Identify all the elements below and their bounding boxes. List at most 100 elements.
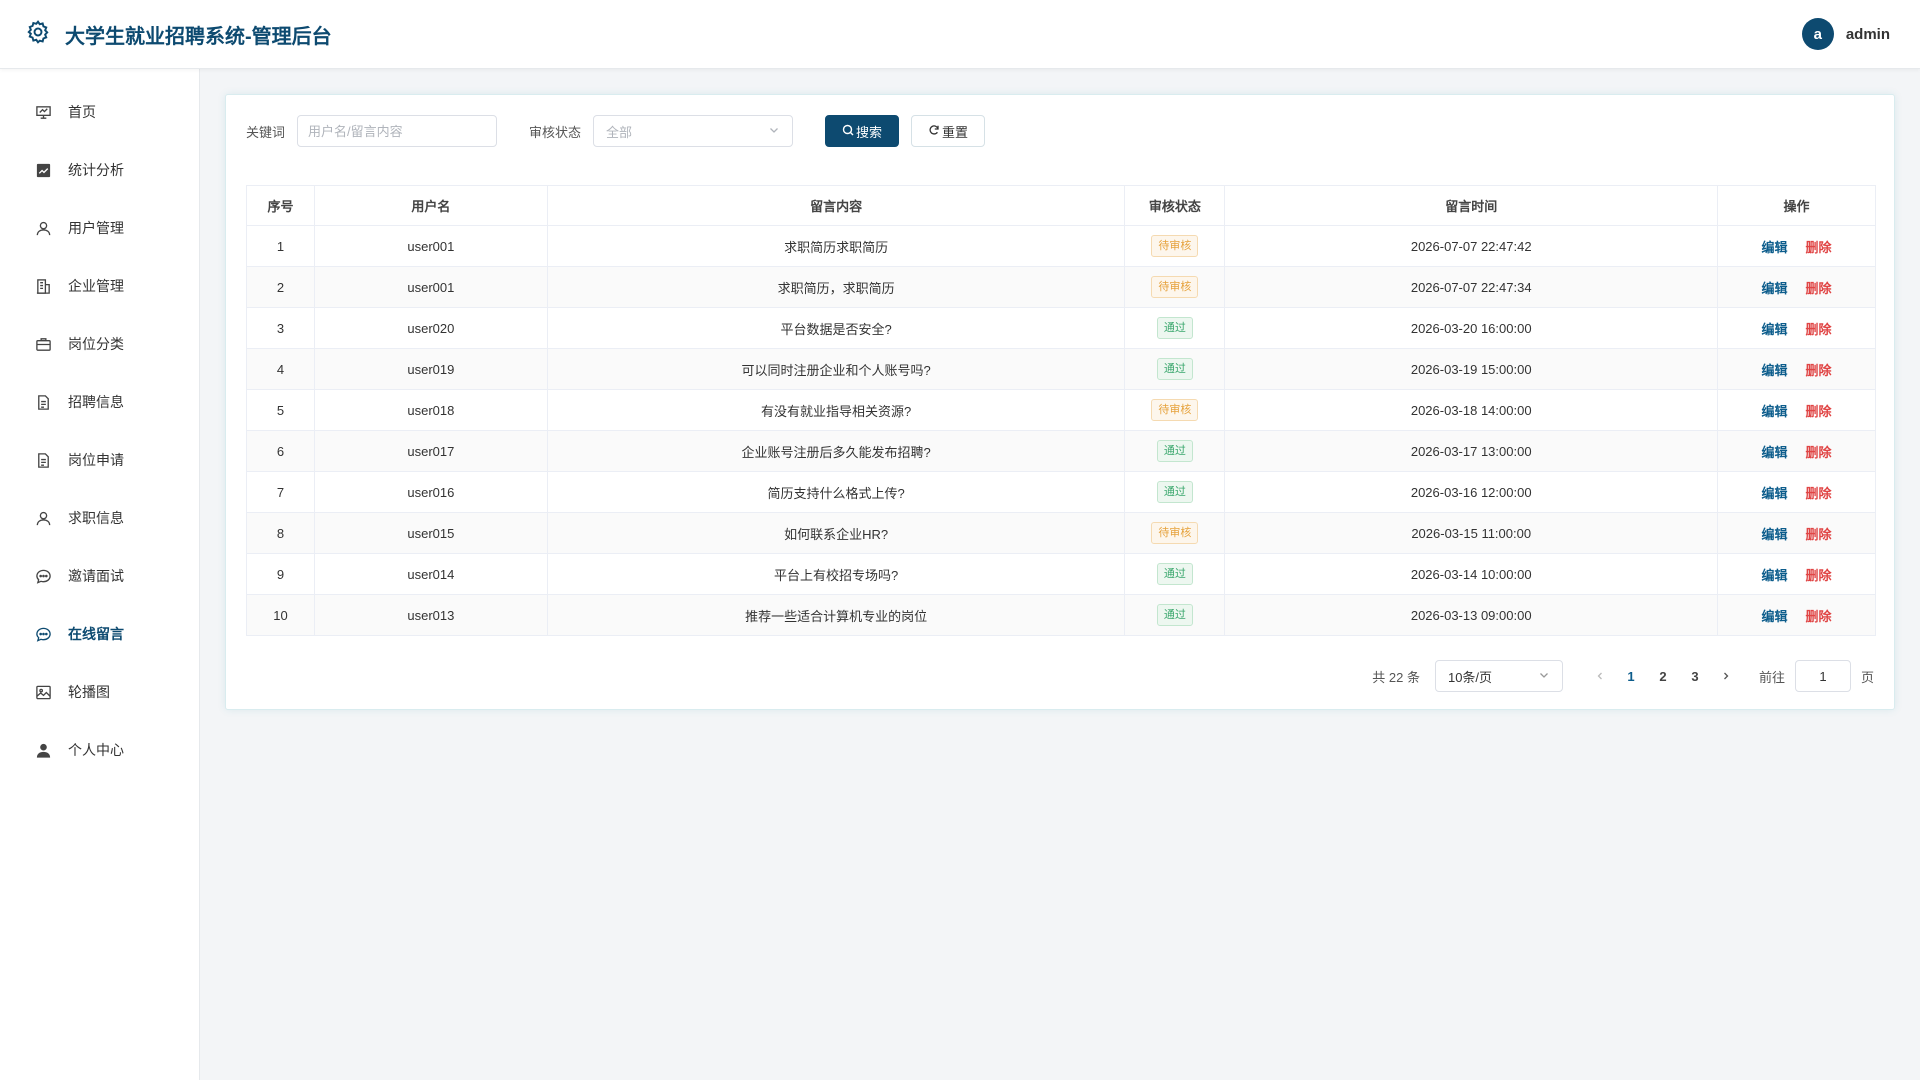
- delete-button[interactable]: 删除: [1806, 442, 1832, 461]
- cell-content: 简历支持什么格式上传?: [546, 471, 1126, 513]
- edit-button[interactable]: 编辑: [1762, 401, 1788, 420]
- edit-button[interactable]: 编辑: [1762, 483, 1788, 502]
- cell-username: user013: [313, 594, 548, 636]
- page-suffix: 页: [1860, 669, 1874, 685]
- cell-content: 平台上有校招专场吗?: [546, 553, 1126, 595]
- column-header-status: 审核状态: [1124, 185, 1226, 226]
- refresh-icon: [928, 124, 940, 139]
- cell-status: 待审核: [1124, 389, 1226, 431]
- sidebar-item-label: 企业管理: [68, 278, 124, 294]
- sidebar-item-interviews[interactable]: 邀请面试: [0, 547, 199, 605]
- delete-button[interactable]: 删除: [1806, 524, 1832, 543]
- sidebar-item-companies[interactable]: 企业管理: [0, 257, 199, 315]
- edit-button[interactable]: 编辑: [1762, 360, 1788, 379]
- table-row: 7 user016 简历支持什么格式上传? 通过 2026-03-16 12:0…: [246, 471, 1876, 513]
- top-header: 大学生就业招聘系统-管理后台 a admin: [0, 0, 1920, 69]
- search-icon: [842, 124, 854, 139]
- user-icon: [34, 509, 52, 527]
- edit-button[interactable]: 编辑: [1762, 606, 1788, 625]
- reset-button[interactable]: 重置: [911, 115, 986, 147]
- total-count: 共 22 条: [1372, 669, 1420, 685]
- reset-button-label: 重置: [942, 124, 969, 140]
- delete-button[interactable]: 删除: [1806, 360, 1832, 379]
- edit-button[interactable]: 编辑: [1762, 278, 1788, 297]
- sidebar-item-home[interactable]: 首页: [0, 83, 199, 141]
- page-button-2[interactable]: 2: [1647, 669, 1679, 684]
- edit-button[interactable]: 编辑: [1762, 565, 1788, 584]
- sidebar-item-label: 用户管理: [68, 220, 124, 236]
- cell-content: 求职简历求职简历: [546, 225, 1126, 267]
- cell-username: user020: [313, 307, 548, 349]
- cell-actions: 编辑 删除: [1717, 430, 1876, 472]
- cell-no: 5: [246, 389, 315, 431]
- delete-button[interactable]: 删除: [1806, 606, 1832, 625]
- user-menu[interactable]: a admin: [1801, 18, 1890, 50]
- cell-status: 待审核: [1124, 225, 1226, 267]
- keyword-input[interactable]: [297, 115, 498, 147]
- cell-actions: 编辑 删除: [1717, 348, 1876, 390]
- delete-button[interactable]: 删除: [1806, 319, 1832, 338]
- cell-actions: 编辑 删除: [1717, 512, 1876, 554]
- status-badge: 待审核: [1151, 522, 1199, 544]
- delete-button[interactable]: 删除: [1806, 483, 1832, 502]
- edit-button[interactable]: 编辑: [1762, 237, 1788, 256]
- sidebar-item-label: 轮播图: [68, 684, 110, 700]
- messages-table: 序号 用户名 留言内容 审核状态 留言时间 操作 1 user001 求职简历求…: [246, 185, 1876, 636]
- keyword-label: 关键词: [246, 124, 286, 140]
- delete-button[interactable]: 删除: [1806, 401, 1832, 420]
- edit-button[interactable]: 编辑: [1762, 442, 1788, 461]
- page-button-3[interactable]: 3: [1679, 669, 1711, 684]
- cell-time: 2026-03-15 11:00:00: [1224, 512, 1719, 554]
- cell-no: 9: [246, 553, 315, 595]
- sidebar-item-users[interactable]: 用户管理: [0, 199, 199, 257]
- cell-username: user016: [313, 471, 548, 513]
- search-button[interactable]: 搜索: [825, 115, 900, 147]
- delete-button[interactable]: 删除: [1806, 237, 1832, 256]
- table-row: 10 user013 推荐一些适合计算机专业的岗位 通过 2026-03-13 …: [246, 594, 1876, 636]
- cell-actions: 编辑 删除: [1717, 389, 1876, 431]
- sidebar-item-applications[interactable]: 岗位申请: [0, 431, 199, 489]
- cell-username: user001: [313, 266, 548, 308]
- sidebar-item-recruitment[interactable]: 招聘信息: [0, 373, 199, 431]
- goto-label: 前往: [1758, 669, 1785, 685]
- sidebar-item-job-categories[interactable]: 岗位分类: [0, 315, 199, 373]
- page-size-select[interactable]: 10条/页: [1434, 660, 1563, 692]
- next-page-button[interactable]: [1711, 669, 1741, 684]
- page-button-1[interactable]: 1: [1615, 669, 1647, 684]
- cell-actions: 编辑 删除: [1717, 553, 1876, 595]
- status-badge: 待审核: [1151, 399, 1199, 421]
- status-select[interactable]: 全部: [593, 115, 794, 147]
- cell-content: 推荐一些适合计算机专业的岗位: [546, 594, 1126, 636]
- sidebar: 首页 统计分析 用户管理 企业管理 岗位分类 招聘信息 岗位申请 求职信息 邀请…: [0, 69, 200, 1080]
- sidebar-item-carousel[interactable]: 轮播图: [0, 663, 199, 721]
- delete-button[interactable]: 删除: [1806, 565, 1832, 584]
- sidebar-item-label: 求职信息: [68, 510, 124, 526]
- cell-content: 企业账号注册后多久能发布招聘?: [546, 430, 1126, 472]
- cell-time: 2026-07-07 22:47:42: [1224, 225, 1719, 267]
- cell-time: 2026-03-19 15:00:00: [1224, 348, 1719, 390]
- prev-page-button[interactable]: [1585, 669, 1615, 684]
- sidebar-item-label: 在线留言: [68, 626, 124, 642]
- cell-time: 2026-03-13 09:00:00: [1224, 594, 1719, 636]
- delete-button[interactable]: 删除: [1806, 278, 1832, 297]
- cell-username: user017: [313, 430, 548, 472]
- goto-page-input[interactable]: [1794, 660, 1851, 692]
- gear-icon: [25, 19, 51, 50]
- presentation-board-icon: [34, 103, 52, 121]
- cell-status: 通过: [1124, 553, 1226, 595]
- cell-status: 待审核: [1124, 266, 1226, 308]
- cell-no: 7: [246, 471, 315, 513]
- edit-button[interactable]: 编辑: [1762, 319, 1788, 338]
- username[interactable]: admin: [1846, 26, 1890, 43]
- cell-content: 如何联系企业HR?: [546, 512, 1126, 554]
- sidebar-item-statistics[interactable]: 统计分析: [0, 141, 199, 199]
- sidebar-item-job-seekers[interactable]: 求职信息: [0, 489, 199, 547]
- cell-actions: 编辑 删除: [1717, 594, 1876, 636]
- edit-button[interactable]: 编辑: [1762, 524, 1788, 543]
- avatar[interactable]: a: [1801, 18, 1834, 50]
- table-row: 3 user020 平台数据是否安全? 通过 2026-03-20 16:00:…: [246, 307, 1876, 349]
- sidebar-item-messages[interactable]: 在线留言: [0, 605, 199, 663]
- sidebar-item-profile[interactable]: 个人中心: [0, 721, 199, 779]
- cell-time: 2026-03-16 12:00:00: [1224, 471, 1719, 513]
- cell-status: 待审核: [1124, 512, 1226, 554]
